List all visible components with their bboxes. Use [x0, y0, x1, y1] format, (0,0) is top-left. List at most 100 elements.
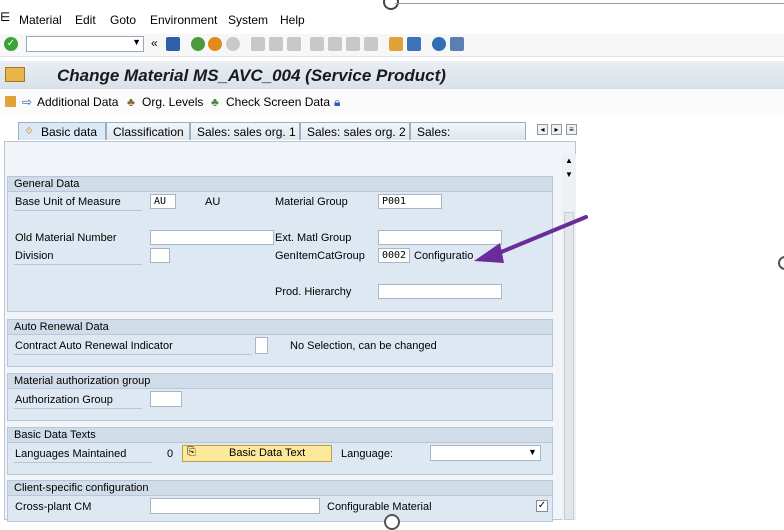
- authorization-group-field[interactable]: [150, 391, 182, 407]
- tab-sales-org-1[interactable]: Sales: sales org. 1: [190, 122, 300, 140]
- prod-hierarchy-field[interactable]: [378, 284, 502, 299]
- base-uom-text: AU: [205, 196, 221, 208]
- languages-maintained-label: Languages Maintained: [15, 448, 127, 460]
- old-material-number-field[interactable]: [150, 230, 274, 245]
- configurable-material-label: Configurable Material: [327, 501, 432, 513]
- division-label: Division: [15, 250, 54, 262]
- group-title: Basic Data Texts: [8, 428, 552, 443]
- basic-data-text-label: Basic Data Text: [229, 447, 306, 459]
- old-material-number-label: Old Material Number: [15, 232, 117, 244]
- cross-plant-cm-label: Cross-plant CM: [15, 501, 92, 513]
- check-screen-data-button[interactable]: Check Screen Data: [226, 95, 330, 109]
- menu-help[interactable]: Help: [280, 13, 305, 27]
- base-uom-label: Base Unit of Measure: [15, 196, 121, 208]
- base-uom-field[interactable]: AU: [150, 194, 176, 209]
- label-underline: [14, 264, 142, 265]
- tab-classification[interactable]: Classification: [106, 122, 190, 140]
- label-underline: [14, 408, 142, 409]
- arrow-head: [474, 243, 504, 263]
- first-page-icon[interactable]: [310, 37, 324, 51]
- text-document-icon: ⎘: [187, 446, 196, 458]
- ext-matl-group-label: Ext. Matl Group: [275, 232, 352, 244]
- menu-system[interactable]: System: [228, 13, 268, 27]
- print-icon[interactable]: [251, 37, 265, 51]
- menu-environment[interactable]: Environment: [150, 13, 217, 27]
- transaction-icon: [5, 67, 25, 82]
- group-title: General Data: [8, 177, 552, 192]
- find-icon[interactable]: [269, 37, 283, 51]
- basic-data-text-button[interactable]: ⎘ Basic Data Text: [182, 445, 332, 462]
- language-label: Language:: [341, 448, 393, 460]
- enter-check-icon[interactable]: ✓: [4, 37, 18, 51]
- contract-auto-renewal-field[interactable]: [255, 337, 268, 354]
- window-edge-line: [395, 3, 784, 4]
- tab-scroll-left-icon[interactable]: ◂: [537, 124, 548, 135]
- window-resize-handle-icon: [384, 514, 400, 530]
- tab-marker-icon: ⟐: [25, 126, 33, 137]
- tab-label: Classification: [113, 125, 184, 139]
- layout-icon[interactable]: [450, 37, 464, 51]
- window-resize-handle-icon: [778, 256, 784, 270]
- contract-auto-renewal-text: No Selection, can be changed: [290, 340, 437, 352]
- configurable-material-checkbox[interactable]: ✓: [536, 500, 548, 512]
- menu-edit[interactable]: Edit: [75, 13, 96, 27]
- material-group-label: Material Group: [275, 196, 348, 208]
- group-title: Material authorization group: [8, 374, 552, 389]
- tab-sales-org-2[interactable]: Sales: sales org. 2: [300, 122, 410, 140]
- lock-icon[interactable]: 🔒︎: [334, 95, 340, 110]
- display-change-icon[interactable]: [5, 96, 16, 107]
- exit-icon[interactable]: [208, 37, 222, 51]
- label-underline: [14, 462, 152, 463]
- back-icon[interactable]: [191, 37, 205, 51]
- arrow-shaft: [492, 215, 588, 257]
- languages-maintained-count: 0: [167, 448, 174, 460]
- chevron-down-icon[interactable]: ▼: [528, 447, 537, 457]
- tab-label: Sales: sales org. 2: [307, 125, 406, 139]
- authorization-group-label: Authorization Group: [15, 394, 113, 406]
- new-session-icon[interactable]: [389, 37, 403, 51]
- scroll-down-icon[interactable]: ▼: [565, 170, 573, 179]
- arrow-right-icon: ⇨: [22, 95, 33, 109]
- system-menu-icon[interactable]: ⋿: [0, 10, 10, 24]
- prod-hierarchy-label: Prod. Hierarchy: [275, 286, 352, 298]
- language-dropdown[interactable]: [430, 445, 541, 461]
- cross-plant-cm-field[interactable]: [150, 498, 320, 514]
- menu-material[interactable]: Material: [19, 13, 62, 27]
- tab-basic-data-1[interactable]: ⟐ Basic data 1: [18, 122, 106, 157]
- tab-scroll-right-icon[interactable]: ▸: [551, 124, 562, 135]
- collapse-icon[interactable]: «: [151, 36, 158, 50]
- genitemcatgroup-field[interactable]: 0002: [378, 248, 410, 263]
- save-icon[interactable]: [166, 37, 180, 51]
- shortcut-icon[interactable]: [407, 37, 421, 51]
- chevron-down-icon[interactable]: ▼: [132, 37, 141, 47]
- find-next-icon[interactable]: [287, 37, 301, 51]
- genitemcatgroup-label: GenItemCatGroup: [275, 250, 365, 262]
- group-title: Client-specific configuration: [8, 481, 552, 496]
- label-underline: [14, 210, 142, 211]
- label-underline: [14, 354, 252, 355]
- org-levels-icon: ♣: [127, 95, 135, 109]
- tab-label: Sales: sales org. 1: [197, 125, 296, 139]
- page-title: Change Material MS_AVC_004 (Service Prod…: [57, 66, 446, 85]
- help-icon[interactable]: [432, 37, 446, 51]
- division-field[interactable]: [150, 248, 170, 263]
- additional-data-button[interactable]: Additional Data: [37, 95, 118, 109]
- last-page-icon[interactable]: [364, 37, 378, 51]
- annotation-arrow: [474, 215, 588, 263]
- check-screen-icon: ♣: [211, 95, 219, 109]
- cancel-icon[interactable]: [226, 37, 240, 51]
- material-group-field[interactable]: P001: [378, 194, 442, 209]
- tab-list-icon[interactable]: ≡: [566, 124, 577, 135]
- tab-sales-general-plant[interactable]: Sales: General/Plant: [410, 122, 526, 157]
- next-page-icon[interactable]: [346, 37, 360, 51]
- org-levels-button[interactable]: Org. Levels: [142, 95, 203, 109]
- previous-page-icon[interactable]: [328, 37, 342, 51]
- scroll-up-icon[interactable]: ▲: [565, 156, 573, 165]
- contract-auto-renewal-label: Contract Auto Renewal Indicator: [15, 340, 173, 352]
- menu-bar: ⋿ Material Edit Goto Environment System …: [0, 0, 784, 34]
- window-handle-icon: [383, 0, 399, 10]
- group-title: Auto Renewal Data: [8, 320, 552, 335]
- standard-toolbar: ✓ ▼ «: [0, 34, 784, 57]
- command-field[interactable]: ▼: [26, 36, 144, 52]
- menu-goto[interactable]: Goto: [110, 13, 136, 27]
